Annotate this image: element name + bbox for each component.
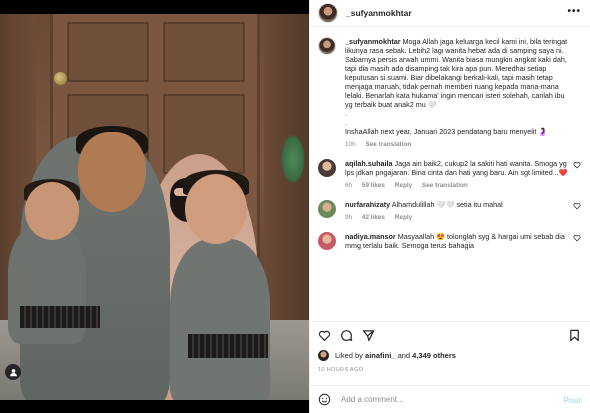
sampin-fabric (20, 306, 100, 328)
heart-icon[interactable] (318, 329, 331, 342)
add-comment-bar: Post (310, 385, 590, 413)
tagged-users-button[interactable] (5, 364, 21, 380)
author-username[interactable]: _sufyanmokhtar (346, 8, 412, 18)
see-translation-link[interactable]: See translation (365, 141, 411, 148)
liker-avatar[interactable] (318, 350, 329, 361)
see-translation-link[interactable]: See translation (422, 182, 468, 189)
paper-plane-icon[interactable] (362, 329, 375, 342)
caption-author-avatar[interactable] (318, 37, 336, 55)
caption-username[interactable]: _sufyanmokhtar (345, 37, 401, 46)
post-timestamp[interactable]: 10 HOURS AGO (318, 367, 363, 373)
caption-time[interactable]: 10h (345, 141, 356, 148)
liker-username[interactable]: ainafini_ (365, 351, 395, 360)
comments-list[interactable]: _sufyanmokhtar Moga Allah jaga keluarga … (310, 27, 590, 321)
likes-prefix: Liked by (335, 351, 363, 360)
heart-icon[interactable] (573, 234, 581, 242)
post-actions-bar (310, 321, 590, 351)
post-sidebar: _sufyanmokhtar ••• _sufyanmokhtar Moga A… (309, 0, 590, 413)
emoji-icon[interactable] (318, 393, 331, 406)
door-panel (67, 22, 149, 82)
comment-icon[interactable] (340, 329, 353, 342)
photo-figure-child-right (170, 239, 270, 400)
child-right-face (185, 174, 247, 244)
author-avatar[interactable] (318, 3, 338, 23)
likes-others-link[interactable]: 4,349 others (412, 351, 456, 360)
comment-username[interactable]: nadiya.mansor (345, 232, 396, 241)
commenter-avatar[interactable] (318, 200, 336, 218)
caption-row: _sufyanmokhtar Moga Allah jaga keluarga … (318, 37, 583, 149)
sampin-fabric (188, 334, 268, 358)
comment-row: aqilah.suhaila Jaga ain baik2, cukup2 la… (318, 159, 583, 190)
comment-input[interactable] (341, 395, 541, 404)
door-panel (163, 22, 245, 82)
comment-likes[interactable]: 59 likes (362, 182, 385, 189)
commenter-avatar[interactable] (318, 159, 336, 177)
comment-time[interactable]: 6h (345, 182, 352, 189)
comment-row: nurfarahizaty Alhamdulillah 🤍🤍 setia itu… (318, 200, 583, 222)
child-left-face (25, 182, 79, 240)
commenter-avatar[interactable] (318, 232, 336, 250)
post-header: _sufyanmokhtar ••• (310, 0, 590, 27)
bookmark-icon[interactable] (568, 329, 581, 342)
post-comment-button[interactable]: Post (564, 396, 581, 405)
comment-time[interactable]: 9h (345, 214, 352, 221)
comment-likes[interactable]: 42 likes (362, 214, 385, 221)
likes-summary: Liked by ainafini_ and 4,349 others (318, 350, 456, 361)
heart-icon[interactable] (573, 161, 581, 169)
father-face (78, 132, 146, 212)
user-icon (9, 368, 17, 376)
caption-text: Moga Allah jaga keluarga kecil kami ini,… (345, 37, 568, 136)
comment-username[interactable]: nurfarahizaty (345, 200, 390, 209)
instagram-post-view: _sufyanmokhtar ••• _sufyanmokhtar Moga A… (0, 0, 590, 413)
comment-text: Alhamdulillah 🤍🤍 setia itu mahal (391, 200, 503, 209)
reply-button[interactable]: Reply (395, 214, 412, 221)
comment-username[interactable]: aqilah.suhaila (345, 159, 393, 168)
reply-button[interactable]: Reply (395, 182, 412, 189)
likes-middle: and (397, 351, 411, 360)
photo-plant (281, 134, 305, 184)
post-photo[interactable] (0, 14, 309, 400)
more-options-button[interactable]: ••• (567, 7, 581, 17)
heart-icon[interactable] (573, 202, 581, 210)
door-knob (54, 72, 67, 85)
comment-row: nadiya.mansor Masyaallah 😍 tolonglah syg… (318, 232, 583, 250)
post-media-pane (0, 0, 309, 413)
